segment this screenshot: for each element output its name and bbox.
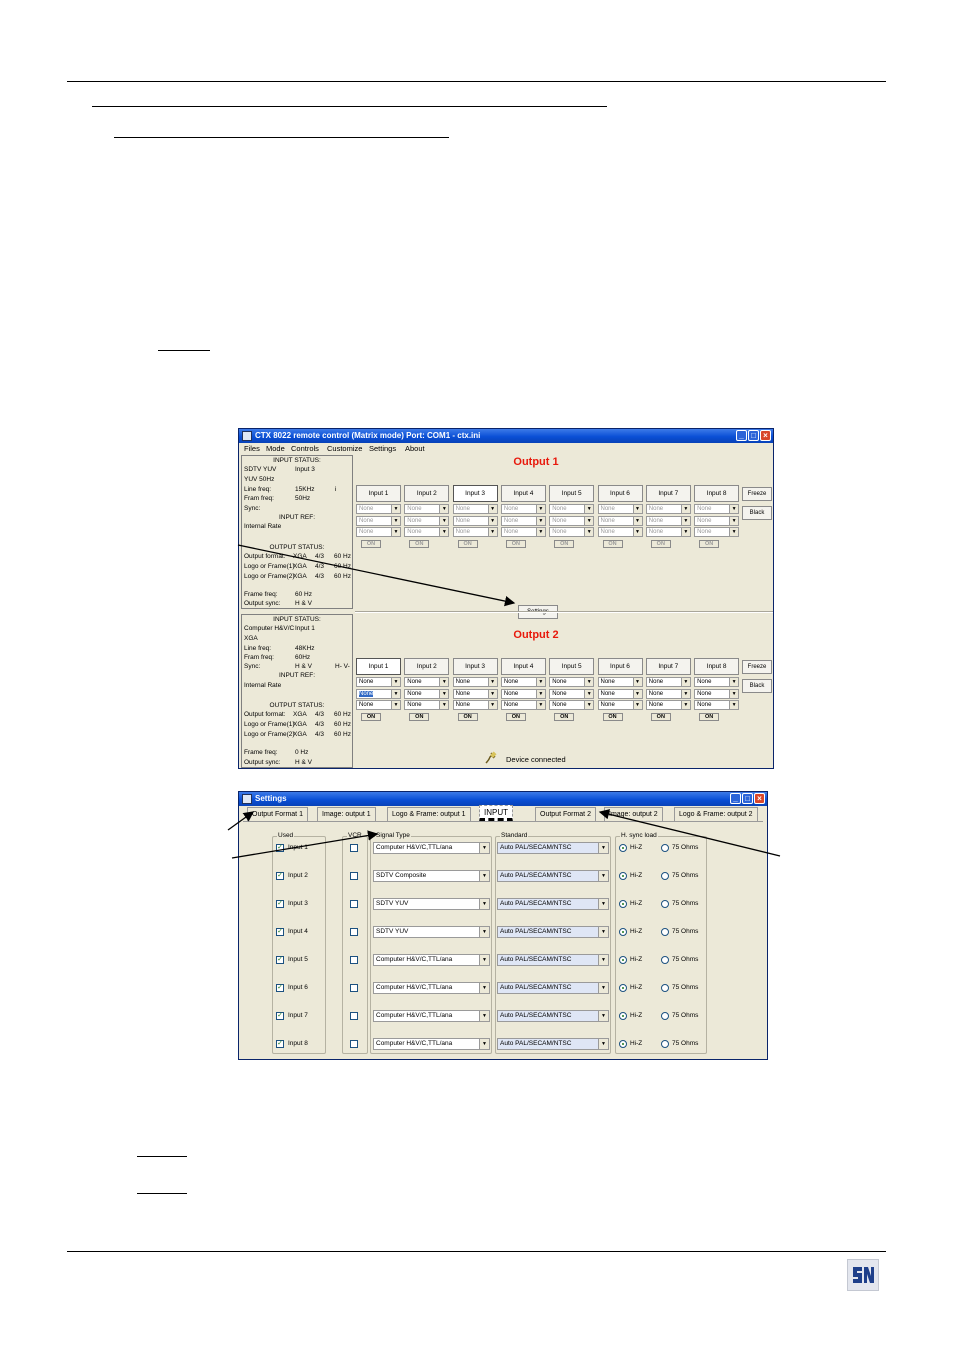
arrow-to-signal-type: [231, 830, 379, 859]
arrow-to-output-format-2-tab: [598, 809, 781, 857]
arrow-to-settings-button: [237, 544, 516, 607]
company-logo: [847, 1259, 879, 1291]
arrow-to-output-format-1-tab: [227, 811, 255, 831]
annotation-arrows: [227, 544, 781, 859]
